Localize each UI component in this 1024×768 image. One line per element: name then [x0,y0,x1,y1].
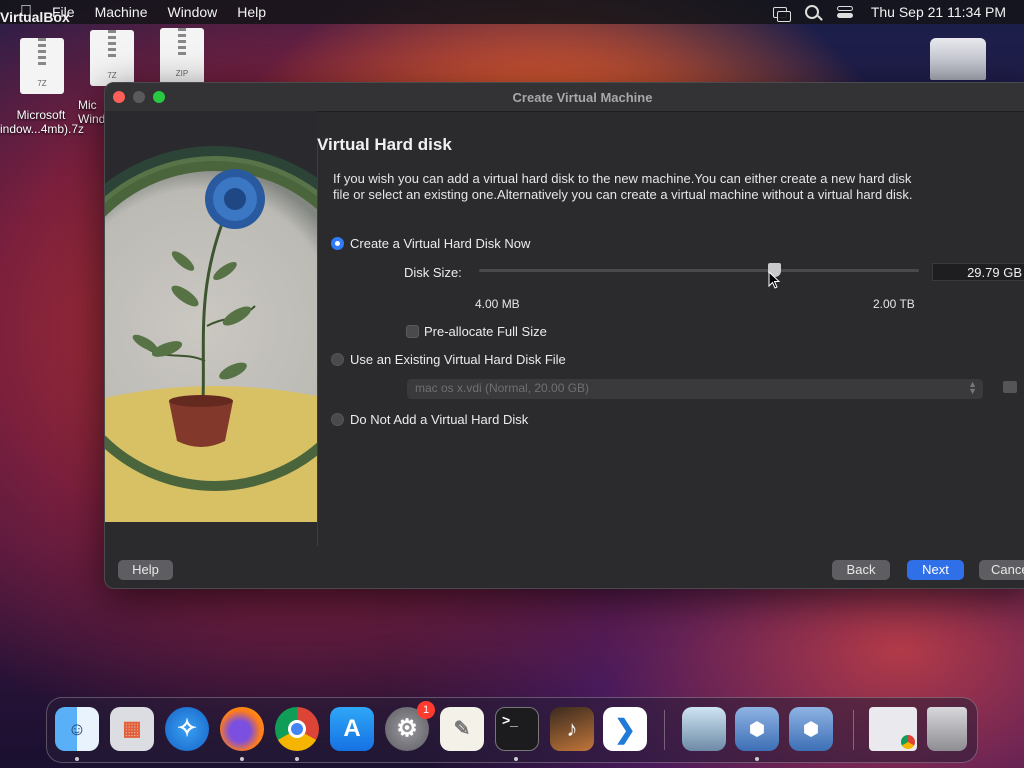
menu-clock[interactable]: Thu Sep 21 11:34 PM [871,4,1006,20]
window-title: Create Virtual Machine [512,90,653,105]
create-disk-now-label[interactable]: Create a Virtual Hard Disk Now [350,236,530,251]
running-indicator [514,757,518,761]
cancel-button[interactable]: Cance [979,560,1024,580]
disk-size-input[interactable]: 29.79 GB [932,263,1024,281]
system-settings-icon[interactable]: ⚙ 1 [385,701,435,751]
preallocate-checkbox[interactable] [406,325,419,338]
chrome-icon[interactable] [275,707,319,751]
running-indicator [295,757,299,761]
use-existing-disk-radio[interactable] [331,353,344,366]
disk-size-slider[interactable] [479,269,919,272]
help-button[interactable]: Help [118,560,173,580]
preallocate-label[interactable]: Pre-allocate Full Size [424,324,547,339]
screen-mirroring-icon[interactable] [772,6,791,22]
page-description: If you wish you can add a virtual hard d… [333,171,913,202]
menu-window[interactable]: Window [167,4,217,20]
menu-help[interactable]: Help [237,4,266,20]
chrome-window-icon[interactable] [869,707,917,751]
create-vm-window: Create Virtual Machine Virtual Hard disk… [104,82,1024,589]
desktop-file-7z-2[interactable]: 7Z [90,30,134,86]
dock-separator [664,710,665,750]
running-indicator [75,757,79,761]
spotlight-search-icon[interactable] [804,5,819,19]
vscode-icon[interactable]: ❯ [603,707,647,751]
menu-bar:  VirtualBox File Machine Window Help Th… [0,0,1024,25]
dock: ☺ ▦ ✧ A ⚙ 1 ✎ >_ ♪ ❯ ⬢ ⬢ [46,697,978,763]
page-title: Virtual Hard disk [317,135,452,154]
dock-separator [853,710,854,750]
running-indicator [755,757,759,761]
firefox-icon[interactable] [220,707,264,751]
no-disk-label[interactable]: Do Not Add a Virtual Hard Disk [350,412,528,427]
file-ext-label: ZIP [175,69,189,78]
desktop-file-label-1: Microsoft indow...4mb).7z [0,108,85,136]
chevron-updown-icon: ▲ ▼ [968,379,977,396]
next-button[interactable]: Next [907,560,964,580]
desktop-file-zip[interactable]: ZIP [160,28,204,84]
disk-size-max-label: 2.00 TB [873,297,915,311]
trash-icon[interactable] [927,707,967,751]
choose-disk-file-folder-icon[interactable] [1003,381,1017,393]
wizard-illustration [105,111,317,522]
file-ext-label: 7Z [37,79,47,88]
garageband-icon[interactable]: ♪ [550,707,594,751]
content-divider [317,143,318,546]
create-disk-now-radio[interactable] [331,237,344,250]
file-ext-label: 7Z [107,71,117,80]
back-button[interactable]: Back [832,560,890,580]
window-titlebar[interactable]: Create Virtual Machine [105,83,1024,112]
virtualbox-icon[interactable]: ⬢ [735,707,779,751]
running-indicator [240,757,244,761]
existing-disk-select[interactable]: mac os x.vdi (Normal, 20.00 GB) ▲ ▼ [407,379,983,399]
mouse-cursor-icon [768,271,780,289]
disk-size-min-label: 4.00 MB [475,297,520,311]
menu-machine[interactable]: Machine [95,4,148,20]
use-existing-disk-label[interactable]: Use an Existing Virtual Hard Disk File [350,352,566,367]
virtualbox-vm-icon[interactable]: ⬢ [789,707,833,751]
finder-icon[interactable]: ☺ [55,707,99,751]
launchpad-icon[interactable]: ▦ [110,707,154,751]
notification-badge: 1 [417,701,435,719]
safari-icon[interactable]: ✧ [165,707,209,751]
disk-size-label: Disk Size: [404,265,462,280]
existing-disk-select-value: mac os x.vdi (Normal, 20.00 GB) [415,381,590,395]
preview-icon[interactable] [682,707,726,751]
desktop-file-7z-1[interactable]: 7Z [20,38,64,94]
app-store-icon[interactable]: A [330,707,374,751]
textedit-icon[interactable]: ✎ [440,707,484,751]
no-disk-radio[interactable] [331,413,344,426]
external-drive-icon[interactable] [930,38,986,80]
terminal-icon[interactable]: >_ [495,707,539,751]
control-center-icon[interactable] [836,6,853,18]
